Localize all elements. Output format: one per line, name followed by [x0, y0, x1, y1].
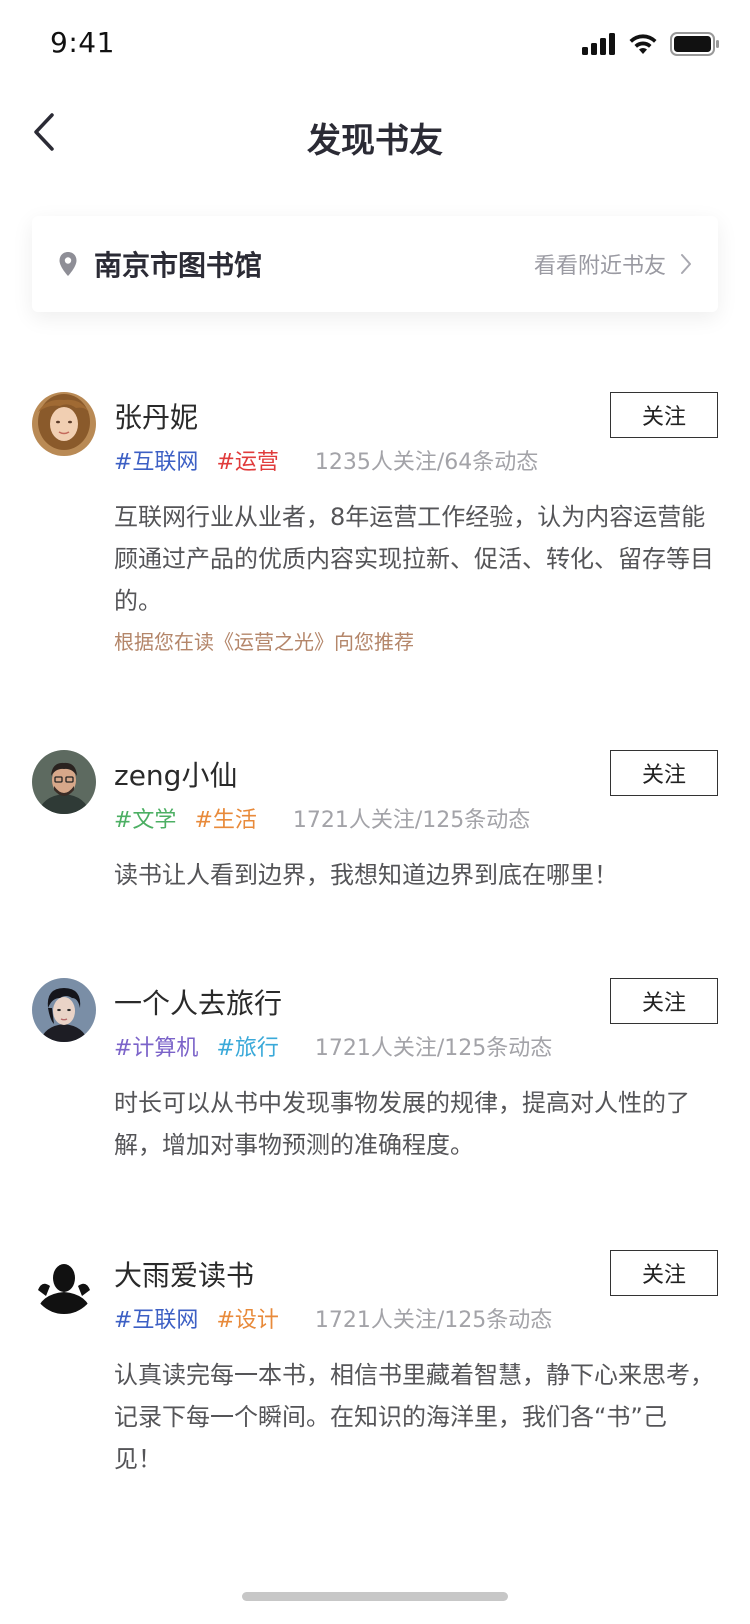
- cellular-signal-icon: [582, 33, 616, 59]
- nearby-readers-link[interactable]: 看看附近书友: [534, 248, 692, 280]
- user-card: 一个人去旅行 关注 #计算机 #旅行 1721人关注/125条动态 时长可以从书…: [32, 978, 718, 1188]
- user-bio: 读书让人看到边界，我想知道边界到底在哪里！: [114, 861, 618, 889]
- location-name: 南京市图书馆: [94, 249, 263, 282]
- avatar[interactable]: [32, 392, 96, 456]
- follow-stats: 1721人关注/125条动态: [314, 1036, 553, 1061]
- follow-stats: 1721人关注/125条动态: [314, 1308, 553, 1333]
- chevron-right-icon: [680, 253, 692, 275]
- user-bio: 认真读完每一本书，相信书里藏着智慧，静下心来思考，记录下每一个瞬间。在知识的海洋…: [114, 1361, 714, 1473]
- user-card: 大雨爱读书 关注 #互联网 #设计 1721人关注/125条动态 认真读完每一本…: [32, 1250, 718, 1500]
- interest-tag[interactable]: #设计: [216, 1302, 278, 1334]
- user-name[interactable]: 一个人去旅行: [114, 982, 282, 1022]
- battery-icon: [670, 32, 720, 60]
- recommendation-reason: 根据您在读《运营之光》向您推荐: [114, 630, 414, 654]
- user-bio: 时长可以从书中发现事物发展的规律，提高对人性的了解，增加对事物预测的准确程度。: [114, 1089, 690, 1159]
- user-meta: #互联网 #运营 1235人关注/64条动态: [114, 444, 538, 476]
- avatar[interactable]: [32, 978, 96, 1042]
- location-pin-icon: [58, 249, 80, 279]
- interest-tag[interactable]: #生活: [194, 802, 256, 834]
- user-bio: 互联网行业从业者，8年运营工作经验，认为内容运营能顾通过产品的优质内容实现拉新、…: [114, 503, 714, 615]
- follow-button[interactable]: 关注: [610, 750, 718, 796]
- interest-tag[interactable]: #互联网: [114, 444, 198, 476]
- user-meta: #计算机 #旅行 1721人关注/125条动态: [114, 1030, 552, 1062]
- avatar[interactable]: [32, 1250, 96, 1314]
- nearby-readers-label: 看看附近书友: [533, 254, 666, 279]
- user-card: 张丹妮 关注 #互联网 #运营 1235人关注/64条动态 互联网行业从业者，8…: [32, 392, 718, 682]
- interest-tag[interactable]: #文学: [114, 802, 176, 834]
- page-title: 发现书友: [307, 121, 443, 161]
- home-indicator[interactable]: [242, 1592, 508, 1601]
- user-card: zeng小仙 关注 #文学 #生活 1721人关注/125条动态 读书让人看到边…: [32, 750, 718, 910]
- user-name[interactable]: zeng小仙: [114, 754, 237, 794]
- user-meta: #互联网 #设计 1721人关注/125条动态: [114, 1302, 552, 1334]
- interest-tag[interactable]: #运营: [216, 444, 278, 476]
- avatar[interactable]: [32, 750, 96, 814]
- status-icons: [582, 32, 720, 60]
- status-bar: 9:41: [0, 0, 750, 88]
- interest-tag[interactable]: #计算机: [114, 1030, 198, 1062]
- user-name[interactable]: 张丹妮: [114, 396, 198, 436]
- interest-tag[interactable]: #旅行: [216, 1030, 278, 1062]
- user-meta: #文学 #生活 1721人关注/125条动态: [114, 802, 530, 834]
- follow-button[interactable]: 关注: [610, 392, 718, 438]
- follow-stats: 1721人关注/125条动态: [292, 808, 531, 833]
- follow-button[interactable]: 关注: [610, 1250, 718, 1296]
- interest-tag[interactable]: #互联网: [114, 1302, 198, 1334]
- location-card: 南京市图书馆 看看附近书友: [32, 216, 718, 312]
- nav-bar: 发现书友: [0, 95, 750, 175]
- follow-button[interactable]: 关注: [610, 978, 718, 1024]
- follow-stats: 1235人关注/64条动态: [314, 450, 539, 475]
- status-time: 9:41: [50, 26, 115, 59]
- wifi-icon: [628, 33, 658, 59]
- user-name[interactable]: 大雨爱读书: [114, 1254, 254, 1294]
